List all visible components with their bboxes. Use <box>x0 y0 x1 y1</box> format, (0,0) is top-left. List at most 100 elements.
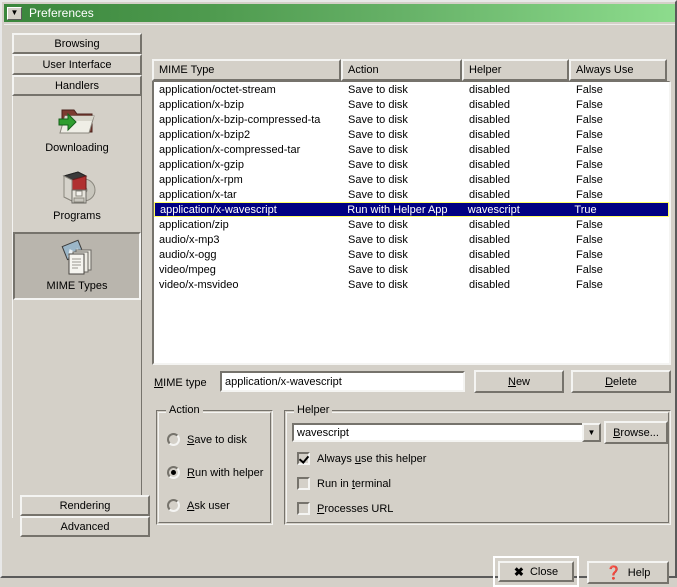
table-row[interactable]: application/x-tar Save to disk disabled Fal… <box>154 187 669 202</box>
new-button-label: ew <box>515 375 530 388</box>
sidebar-item-label: Browsing <box>54 37 100 50</box>
table-cell-mime: application/x-rpm <box>159 173 243 186</box>
table-row[interactable]: application/x-bzip-compressed-ta Save to … <box>154 112 669 127</box>
table-cell-action: Save to disk <box>348 278 408 291</box>
table-cell-mime: video/x-msvideo <box>159 278 239 291</box>
preferences-window: ▼ Preferences Browsing User Interface Ha… <box>0 0 677 587</box>
checkbox-always-use-this-helper[interactable]: Always use this helper <box>297 452 426 465</box>
radio-indicator[interactable] <box>167 499 180 512</box>
table-cell-helper: disabled <box>469 188 510 201</box>
table-row[interactable]: application/x-wavescript Run with Helper … <box>154 202 669 217</box>
mime-type-input[interactable]: application/x-wavescript <box>220 371 465 392</box>
table-row[interactable]: video/x-msvideo Save to disk disabled False <box>154 277 669 292</box>
sidebar-item-user-interface[interactable]: User Interface <box>12 54 142 75</box>
table-cell-helper: disabled <box>469 128 510 141</box>
chevron-down-icon[interactable]: ▼ <box>582 423 601 442</box>
sidebar-item-label: Handlers <box>54 79 100 92</box>
table-row[interactable]: application/octet-stream Save to disk disa… <box>154 82 669 97</box>
sidebar-item-programs[interactable]: Programs <box>13 164 141 232</box>
table-row[interactable]: audio/x-ogg Save to disk disabled False <box>154 247 669 262</box>
checkbox-processes-url[interactable]: Processes URL <box>297 502 393 515</box>
checkbox-label-pre: Always <box>317 452 355 465</box>
delete-button-accel: D <box>605 375 614 388</box>
checkbox-label: se this helper <box>361 452 427 465</box>
table-cell-always: False <box>576 128 603 141</box>
sidebar-category-area: Downloading Programs MIME Types <box>12 96 142 518</box>
title-bar: ▼ Preferences <box>4 4 675 22</box>
table-cell-mime: application/octet-stream <box>159 83 276 96</box>
radio-run-with-helper[interactable]: Run with helper <box>167 466 263 479</box>
table-cell-action: Save to disk <box>348 83 408 96</box>
table-cell-mime: application/x-bzip-compressed-ta <box>159 113 321 126</box>
table-cell-helper: disabled <box>469 98 510 111</box>
table-row[interactable]: video/mpeg Save to disk disabled False <box>154 262 669 277</box>
software-box-icon <box>56 168 98 208</box>
checkbox-indicator[interactable] <box>297 452 310 465</box>
table-cell-helper: disabled <box>469 233 510 246</box>
radio-indicator[interactable] <box>167 466 180 479</box>
table-row[interactable]: application/x-compressed-tar Save to disk… <box>154 142 669 157</box>
sidebar-item-label: User Interface <box>42 58 112 71</box>
checkbox-indicator[interactable] <box>297 477 310 490</box>
mime-type-list: MIME Type Action Helper Always Use appli… <box>152 59 671 365</box>
table-cell-action: Save to disk <box>348 113 408 126</box>
column-header-action[interactable]: Action <box>341 59 462 81</box>
table-cell-helper: wavescript <box>467 203 520 216</box>
checkbox-indicator[interactable] <box>297 502 310 515</box>
mime-type-label-rest: IME type <box>163 377 207 389</box>
radio-indicator[interactable] <box>167 433 180 446</box>
sidebar: Browsing User Interface Handlers Downloa… <box>12 33 150 537</box>
column-header-helper[interactable]: Helper <box>462 59 569 81</box>
sidebar-item-browsing[interactable]: Browsing <box>12 33 142 54</box>
table-cell-always: False <box>576 98 603 111</box>
help-button[interactable]: ❓ Help <box>587 561 669 584</box>
radio-save-to-disk[interactable]: Save to disk <box>167 433 247 446</box>
table-cell-always: False <box>576 233 603 246</box>
table-cell-mime: application/zip <box>159 218 229 231</box>
column-header-always-use[interactable]: Always Use <box>569 59 667 81</box>
table-row[interactable]: application/zip Save to disk disabled False <box>154 217 669 232</box>
table-cell-always: False <box>576 83 603 96</box>
table-row[interactable]: application/x-rpm Save to disk disabled Fal… <box>154 172 669 187</box>
table-cell-mime: application/x-tar <box>159 188 237 201</box>
table-row[interactable]: application/x-bzip2 Save to disk disabled F… <box>154 127 669 142</box>
helper-combo-input[interactable]: wavescript <box>292 423 601 442</box>
window-title: Preferences <box>29 6 94 20</box>
radio-ask-user[interactable]: Ask user <box>167 499 230 512</box>
radio-label: sk user <box>194 499 230 512</box>
table-row[interactable]: application/x-bzip Save to disk disabled Fa… <box>154 97 669 112</box>
table-cell-action: Save to disk <box>348 248 408 261</box>
sidebar-item-handlers[interactable]: Handlers <box>12 75 142 96</box>
sidebar-item-rendering[interactable]: Rendering <box>20 495 150 516</box>
table-cell-helper: disabled <box>469 248 510 261</box>
table-cell-action: Save to disk <box>348 98 408 111</box>
new-button-accel: N <box>507 375 516 388</box>
table-cell-helper: disabled <box>469 218 510 231</box>
delete-button[interactable]: Delete <box>571 370 671 393</box>
action-group-title: Action <box>166 404 203 416</box>
table-row[interactable]: application/x-gzip Save to disk disabled Fa… <box>154 157 669 172</box>
checkbox-label: erminal <box>354 477 391 490</box>
table-cell-helper: disabled <box>469 263 510 276</box>
table-cell-mime: application/x-compressed-tar <box>159 143 301 156</box>
sidebar-item-downloading[interactable]: Downloading <box>13 96 141 164</box>
x-icon: ✖ <box>513 564 524 579</box>
list-body[interactable]: application/octet-stream Save to disk disa… <box>152 81 671 365</box>
new-button[interactable]: New <box>474 370 564 393</box>
table-cell-helper: disabled <box>469 173 510 186</box>
table-cell-helper: disabled <box>469 278 510 291</box>
checkbox-run-in-terminal[interactable]: Run in terminal <box>297 477 391 490</box>
table-row[interactable]: audio/x-mp3 Save to disk disabled False <box>154 232 669 247</box>
checkbox-label-pre: Run in <box>317 477 352 490</box>
question-mark-icon: ❓ <box>605 564 622 580</box>
window-menu-icon[interactable]: ▼ <box>7 6 22 20</box>
browse-button[interactable]: Browse... <box>604 421 668 444</box>
sidebar-item-mime-types[interactable]: MIME Types <box>13 232 141 300</box>
table-cell-always: False <box>576 143 603 156</box>
table-cell-action: Save to disk <box>348 143 408 156</box>
sidebar-item-advanced[interactable]: Advanced <box>20 516 150 537</box>
column-header-mime-type[interactable]: MIME Type <box>152 59 341 81</box>
table-cell-action: Save to disk <box>348 173 408 186</box>
mime-type-input-value: application/x-wavescript <box>225 375 342 388</box>
close-button[interactable]: ✖ Close <box>498 561 574 582</box>
